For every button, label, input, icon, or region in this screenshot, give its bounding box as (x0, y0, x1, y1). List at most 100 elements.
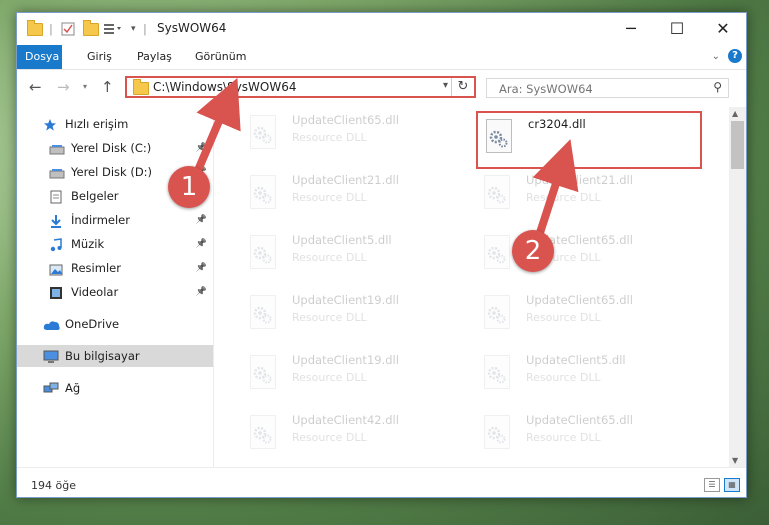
dll-file-icon (484, 355, 510, 392)
file-item[interactable]: UpdateClient65.dll Resource DLL (476, 229, 696, 281)
sidebar-item-label: Yerel Disk (C:) (71, 141, 152, 155)
refresh-button[interactable]: ↻ (451, 78, 474, 96)
sidebar-item-bu-bilgisayar[interactable]: Bu bilgisayar (17, 345, 213, 367)
dll-file-icon (484, 415, 510, 452)
file-name: UpdateClient19.dll (292, 293, 399, 307)
customize-icon[interactable] (103, 21, 125, 37)
sidebar-item-label: Videolar (71, 285, 119, 299)
star-icon (43, 117, 59, 131)
minimize-button[interactable]: ─ (608, 13, 654, 45)
separator: | (49, 22, 53, 36)
file-name: cr3204.dll (528, 117, 586, 131)
documents-icon (49, 189, 65, 204)
back-button[interactable]: ← (29, 78, 42, 96)
large-icons-view-button[interactable]: ▦ (724, 478, 740, 492)
dll-file-icon (250, 415, 276, 452)
pin-icon[interactable]: 📌 (196, 257, 207, 279)
sidebar-item-label: Resimler (71, 261, 121, 275)
music-icon (49, 237, 65, 252)
address-bar[interactable]: C:\Windows\SysWOW64 ▾ ↻ (125, 76, 476, 98)
pin-icon[interactable]: 📌 (196, 209, 207, 231)
dll-file-icon (484, 235, 510, 272)
scroll-up-arrow[interactable]: ▲ (732, 109, 738, 118)
file-name: UpdateClient65.dll (526, 293, 633, 307)
sidebar-item-onedrive[interactable]: OneDrive (17, 313, 213, 335)
drive-icon (49, 141, 65, 155)
file-item[interactable]: UpdateClient65.dll Resource DLL (476, 289, 696, 341)
properties-icon[interactable] (61, 21, 75, 37)
up-button[interactable]: ↑ (101, 78, 114, 96)
tab-giris[interactable]: Giriş (77, 45, 122, 69)
file-name: UpdateClient19.dll (292, 353, 399, 367)
file-type: Resource DLL (292, 131, 367, 144)
file-type: Resource DLL (526, 431, 601, 444)
sidebar-item-label: Yerel Disk (D:) (71, 165, 153, 179)
sidebar-item-label: Ağ (65, 381, 81, 395)
sidebar-item-a[interactable]: Ağ (17, 377, 213, 399)
pin-icon[interactable]: 📌 (196, 137, 207, 159)
expand-ribbon-icon[interactable]: ⌄ (712, 51, 720, 62)
tab-gorunum[interactable]: Görünüm (185, 45, 256, 69)
file-item[interactable]: UpdateClient5.dll Resource DLL (242, 229, 462, 281)
sidebar-item-m-zik[interactable]: Müzik 📌 (17, 233, 213, 255)
sidebar-item-videolar[interactable]: Videolar 📌 (17, 281, 213, 303)
sidebar-item-label: Müzik (71, 237, 105, 251)
file-type: Resource DLL (292, 371, 367, 384)
tab-paylas[interactable]: Paylaş (127, 45, 182, 69)
sidebar-item-i-ndirmeler[interactable]: İndirmeler 📌 (17, 209, 213, 231)
window-title: SysWOW64 (157, 21, 227, 35)
sidebar-item-h-zl-eri-im[interactable]: Hızlı erişim (17, 113, 213, 135)
sidebar-item-yerel-disk-c[interactable]: Yerel Disk (C:) 📌 (17, 137, 213, 159)
dll-file-icon (250, 115, 276, 152)
pin-icon[interactable]: 📌 (196, 281, 207, 303)
file-type: Resource DLL (292, 191, 367, 204)
recent-locations-icon[interactable]: ▾ (83, 82, 87, 91)
tab-dosya[interactable]: Dosya (17, 45, 62, 69)
pin-icon[interactable]: 📌 (196, 233, 207, 255)
search-box[interactable]: ⚲ (486, 78, 729, 98)
help-button[interactable]: ? (728, 49, 742, 63)
dll-file-icon (486, 119, 512, 156)
file-item[interactable]: UpdateClient5.dll Resource DLL (476, 349, 696, 401)
file-name: UpdateClient42.dll (292, 413, 399, 427)
file-item[interactable]: UpdateClient65.dll Resource DLL (476, 409, 696, 461)
file-list: UpdateClient65.dll Resource DLL cr3204.dll… (214, 107, 724, 467)
file-item-highlighted[interactable]: cr3204.dll (476, 111, 702, 169)
vertical-scrollbar[interactable]: ▲ ▼ (729, 107, 746, 467)
dll-file-icon (250, 295, 276, 332)
scroll-thumb[interactable] (731, 121, 744, 169)
file-type: Resource DLL (292, 431, 367, 444)
details-view-button[interactable]: ☰ (704, 478, 720, 492)
navigation-pane: Hızlı erişim Yerel Disk (C:) 📌 Yerel Disk (… (17, 107, 214, 467)
dll-file-icon (250, 175, 276, 212)
quick-access-dropdown-icon[interactable]: ▾ (131, 21, 136, 37)
forward-button[interactable]: → (57, 78, 70, 96)
file-item[interactable]: UpdateClient19.dll Resource DLL (242, 289, 462, 341)
download-icon (49, 213, 65, 228)
close-button[interactable]: ✕ (700, 13, 746, 45)
file-name: UpdateClient65.dll (526, 413, 633, 427)
network-icon (43, 381, 59, 395)
step-badge-1: 1 (168, 166, 210, 208)
file-name: UpdateClient21.dll (526, 173, 633, 187)
computer-icon (43, 349, 59, 363)
ribbon-tabs: Dosya Giriş Paylaş Görünüm ⌄ ? (17, 45, 746, 69)
address-text[interactable]: C:\Windows\SysWOW64 (153, 80, 297, 94)
file-item[interactable]: UpdateClient19.dll Resource DLL (242, 349, 462, 401)
sidebar-item-label: Belgeler (71, 189, 119, 203)
file-item[interactable]: UpdateClient42.dll Resource DLL (242, 409, 462, 461)
new-folder-icon[interactable] (83, 19, 99, 37)
scroll-down-arrow[interactable]: ▼ (732, 456, 738, 465)
file-item[interactable]: UpdateClient21.dll Resource DLL (242, 169, 462, 221)
sidebar-item-resimler[interactable]: Resimler 📌 (17, 257, 213, 279)
maximize-button[interactable]: ☐ (654, 13, 700, 45)
dll-file-icon (250, 355, 276, 392)
sidebar-item-label: Bu bilgisayar (65, 349, 140, 363)
sidebar-item-label: OneDrive (65, 317, 120, 331)
search-input[interactable] (497, 80, 701, 98)
cloud-icon (43, 317, 60, 331)
file-item[interactable]: UpdateClient21.dll Resource DLL (476, 169, 696, 221)
address-dropdown-icon[interactable]: ▾ (443, 80, 448, 91)
file-item[interactable]: UpdateClient65.dll Resource DLL (242, 109, 462, 161)
sidebar-item-label: İndirmeler (71, 213, 130, 227)
